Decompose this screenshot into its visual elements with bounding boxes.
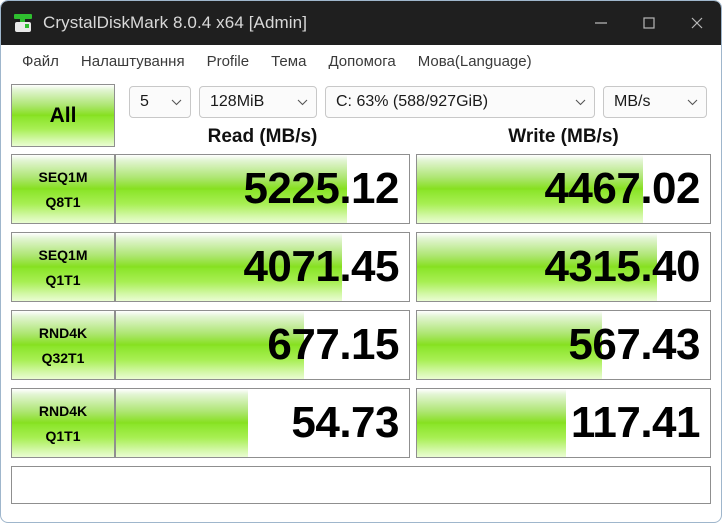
read-score-seq1m-q8t1: 5225.12	[115, 154, 410, 224]
read-score-rnd4k-q1t1: 54.73	[115, 388, 410, 458]
write-score-value: 117.41	[570, 398, 701, 447]
menu-item-help[interactable]: Допомога	[317, 53, 406, 70]
test-label-line2: Q1T1	[45, 271, 81, 288]
write-score-rnd4k-q1t1: 117.41	[416, 388, 711, 458]
menu-bar: Файл Налаштування Profile Тема Допомога …	[1, 45, 721, 78]
disk-drive-icon	[13, 13, 33, 33]
test-count-select[interactable]: 5	[129, 86, 191, 118]
write-score-value: 4467.02	[544, 164, 700, 213]
read-score-value: 5225.12	[243, 164, 399, 213]
test-label-rnd4k-q32t1[interactable]: RND4K Q32T1	[11, 310, 115, 380]
crystaldiskmark-window: CrystalDiskMark 8.0.4 x64 [Admin] Файл Н…	[0, 0, 722, 523]
chevron-down-icon	[677, 99, 698, 106]
test-label-line2: Q8T1	[45, 193, 81, 210]
table-row: RND4K Q32T1 677.15 567.43	[11, 310, 711, 380]
window-controls	[577, 1, 721, 45]
menu-item-language[interactable]: Мова(Language)	[407, 53, 543, 70]
write-score-seq1m-q1t1: 4315.40	[416, 232, 711, 302]
close-icon[interactable]	[673, 1, 721, 45]
read-score-value: 54.73	[291, 398, 399, 447]
chevron-down-icon	[161, 99, 182, 106]
test-size-value: 128MiB	[210, 93, 265, 110]
test-label-line1: SEQ1M	[38, 168, 88, 185]
write-score-seq1m-q8t1: 4467.02	[416, 154, 711, 224]
chevron-down-icon	[287, 99, 308, 106]
all-button[interactable]: All	[11, 84, 115, 147]
comment-box[interactable]	[11, 466, 711, 504]
toolbar: All 5 128MiB C: 63% (588/927GiB) MB/s	[11, 84, 711, 147]
unit-select[interactable]: MB/s	[603, 86, 707, 118]
menu-item-settings[interactable]: Налаштування	[70, 53, 196, 70]
test-label-line1: RND4K	[38, 402, 88, 419]
menu-item-file[interactable]: Файл	[11, 53, 70, 70]
read-score-rnd4k-q32t1: 677.15	[115, 310, 410, 380]
read-score-value: 4071.45	[243, 242, 399, 291]
column-headers: Read (MB/s) Write (MB/s)	[11, 122, 711, 152]
test-size-select[interactable]: 128MiB	[199, 86, 317, 118]
table-row: SEQ1M Q8T1 5225.12 4467.02	[11, 154, 711, 224]
unit-value: MB/s	[614, 93, 651, 110]
minimize-icon[interactable]	[577, 1, 625, 45]
menu-item-profile[interactable]: Profile	[196, 53, 261, 70]
title-bar: CrystalDiskMark 8.0.4 x64 [Admin]	[1, 1, 721, 45]
window-title: CrystalDiskMark 8.0.4 x64 [Admin]	[43, 13, 308, 32]
test-label-line1: RND4K	[38, 324, 88, 341]
drive-value: C: 63% (588/927GiB)	[336, 93, 489, 110]
menu-item-theme[interactable]: Тема	[260, 53, 317, 70]
chevron-down-icon	[565, 99, 586, 106]
read-score-value: 677.15	[267, 320, 399, 369]
write-column-header: Write (MB/s)	[508, 126, 619, 147]
table-row: RND4K Q1T1 54.73 117.41	[11, 388, 711, 458]
results-table: SEQ1M Q8T1 5225.12 4467.02 SEQ1M Q1T1 40…	[11, 154, 711, 458]
table-row: SEQ1M Q1T1 4071.45 4315.40	[11, 232, 711, 302]
test-label-seq1m-q8t1[interactable]: SEQ1M Q8T1	[11, 154, 115, 224]
write-score-rnd4k-q32t1: 567.43	[416, 310, 711, 380]
all-button-column: All	[11, 84, 115, 147]
maximize-icon[interactable]	[625, 1, 673, 45]
read-column-header: Read (MB/s)	[207, 126, 318, 147]
test-label-line1: SEQ1M	[38, 246, 88, 263]
read-score-seq1m-q1t1: 4071.45	[115, 232, 410, 302]
write-score-value: 567.43	[568, 320, 700, 369]
write-score-bar	[417, 389, 567, 457]
test-label-seq1m-q1t1[interactable]: SEQ1M Q1T1	[11, 232, 115, 302]
test-label-line2: Q1T1	[45, 427, 81, 444]
write-score-value: 4315.40	[544, 242, 700, 291]
main-content: All 5 128MiB C: 63% (588/927GiB) MB/s Re…	[1, 78, 721, 504]
test-count-value: 5	[140, 93, 149, 110]
test-label-rnd4k-q1t1[interactable]: RND4K Q1T1	[11, 388, 115, 458]
drive-select[interactable]: C: 63% (588/927GiB)	[325, 86, 595, 118]
test-label-line2: Q32T1	[41, 349, 85, 366]
read-score-bar	[116, 389, 248, 457]
toolbar-combos: 5 128MiB C: 63% (588/927GiB) MB/s	[129, 84, 707, 120]
